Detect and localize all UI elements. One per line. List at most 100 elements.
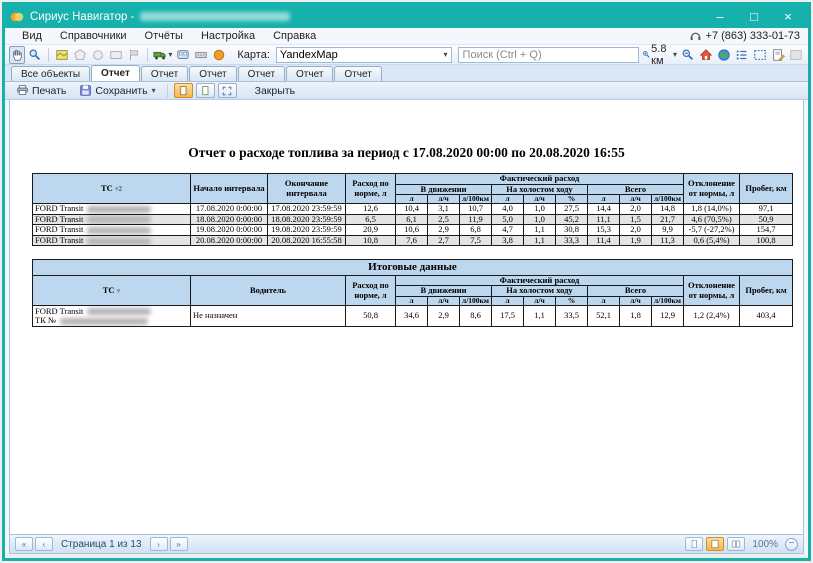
globe-button[interactable] xyxy=(716,46,732,64)
col-header-vehicle[interactable]: ТС ▾2 xyxy=(33,174,191,204)
pan-tool-button[interactable] xyxy=(9,46,25,64)
list-view-button[interactable] xyxy=(734,46,750,64)
prev-page-button[interactable]: ‹ xyxy=(35,537,53,551)
first-page-button[interactable]: « xyxy=(15,537,33,551)
vehicle-name: FORD Transit xyxy=(35,214,83,224)
table-row[interactable]: FORD Transit 19.08.2020 0:00:00 19.08.20… xyxy=(33,225,793,236)
menu-reports[interactable]: Отчёты xyxy=(136,29,192,43)
print-button[interactable]: Печать xyxy=(11,82,71,99)
tab-report-1[interactable]: Отчет xyxy=(91,65,140,81)
geozones-button[interactable] xyxy=(211,46,227,64)
save-button[interactable]: Сохранить ▾ xyxy=(74,82,160,99)
col-header-interval-start[interactable]: Начало интервала xyxy=(191,174,268,204)
tab-report-3[interactable]: Отчет xyxy=(189,66,236,81)
zoom-out-button[interactable] xyxy=(680,46,696,64)
maximize-button[interactable]: □ xyxy=(738,8,770,26)
tab-label: Отчет xyxy=(199,69,226,80)
cell: 18.08.2020 23:59:59 xyxy=(268,214,346,225)
map-icon xyxy=(55,48,69,62)
col-header-norm-consumption[interactable]: Расход по норме, л xyxy=(346,275,396,305)
cell: 1,1 xyxy=(524,306,556,327)
close-report-button[interactable]: Закрыть xyxy=(250,83,300,99)
search-input[interactable] xyxy=(458,47,640,63)
image-icon xyxy=(789,48,803,62)
cell: 154,7 xyxy=(740,225,793,236)
globe-icon xyxy=(717,48,731,62)
unit-l100: л/100км xyxy=(460,195,492,204)
menu-directories[interactable]: Справочники xyxy=(51,29,136,43)
bus-button[interactable] xyxy=(175,46,191,64)
map-selector-combo[interactable]: YandexMap ▾ xyxy=(276,47,452,63)
col-header-mileage[interactable]: Пробег, км xyxy=(740,174,793,204)
tab-report-5[interactable]: Отчет xyxy=(286,66,333,81)
table-row[interactable]: FORD Transit 18.08.2020 0:00:00 18.08.20… xyxy=(33,214,793,225)
menu-settings[interactable]: Настройка xyxy=(192,29,264,43)
unit-lph: л/ч xyxy=(620,195,652,204)
next-page-icon: › xyxy=(157,540,160,549)
home-button[interactable] xyxy=(698,46,714,64)
tab-report-4[interactable]: Отчет xyxy=(238,66,285,81)
circle-tool-button[interactable] xyxy=(90,46,106,64)
rectangle-tool-button[interactable] xyxy=(108,46,124,64)
page-view-single-button[interactable] xyxy=(174,83,193,98)
redacted-tk-number xyxy=(60,318,148,325)
unit-lph: л/ч xyxy=(620,296,652,305)
save-label: Сохранить xyxy=(95,85,147,97)
cell: 11,9 xyxy=(460,214,492,225)
table-row[interactable]: FORD Transit 17.08.2020 0:00:00 17.08.20… xyxy=(33,204,793,215)
col-group-idle: На холостом ходу xyxy=(492,286,588,297)
separator xyxy=(48,48,49,62)
last-page-button[interactable]: » xyxy=(170,537,188,551)
unit-l100: л/100км xyxy=(652,195,684,204)
tab-report-6[interactable]: Отчет xyxy=(334,66,381,81)
prev-page-icon: ‹ xyxy=(43,540,46,549)
col-header-deviation[interactable]: Отклонение от нормы, л xyxy=(684,275,740,305)
view-two-pages-button[interactable] xyxy=(727,537,745,551)
tab-all-objects[interactable]: Все объекты xyxy=(11,66,90,81)
cell: 20.08.2020 16:55:58 xyxy=(268,235,346,246)
page-view-continuous-button[interactable] xyxy=(196,83,215,98)
table-row[interactable]: FORD Transit 20.08.2020 0:00:00 20.08.20… xyxy=(33,235,793,246)
col-header-vehicle[interactable]: ТС ▾ xyxy=(33,275,191,305)
home-icon xyxy=(699,48,713,62)
col-header-driver[interactable]: Водитель xyxy=(191,275,346,305)
truck-icon xyxy=(153,48,167,62)
col-header-interval-end[interactable]: Окончание интервала xyxy=(268,174,346,204)
col-header-norm-consumption[interactable]: Расход по норме, л xyxy=(346,174,396,204)
menu-help[interactable]: Справка xyxy=(264,29,325,43)
support-phone: +7 (863) 333-01-73 xyxy=(689,30,800,43)
menu-bar: Вид Справочники Отчёты Настройка Справка… xyxy=(5,28,808,45)
polygon-tool-button[interactable] xyxy=(72,46,88,64)
menu-view[interactable]: Вид xyxy=(13,29,51,43)
close-button[interactable]: × xyxy=(772,8,804,26)
minus-icon: − xyxy=(789,538,795,549)
next-page-button[interactable]: › xyxy=(150,537,168,551)
col-header-deviation[interactable]: Отклонение от нормы, л xyxy=(684,174,740,204)
cell: 9,9 xyxy=(652,225,684,236)
minimize-button[interactable]: – xyxy=(704,8,736,26)
select-area-button[interactable] xyxy=(752,46,768,64)
zoom-in-scale-button[interactable]: 5.8 км ▾ xyxy=(641,46,678,64)
map-edit-button[interactable] xyxy=(54,46,70,64)
zoom-out-slider-button[interactable]: − xyxy=(785,538,798,551)
view-fit-width-button[interactable] xyxy=(706,537,724,551)
tab-report-2[interactable]: Отчет xyxy=(141,66,188,81)
table-row[interactable]: FORD Transit ТК № Не назначен 50,8 34,6 … xyxy=(33,306,793,327)
cell: 1,0 xyxy=(524,204,556,215)
cell: 1,9 xyxy=(620,235,652,246)
zoom-tool-button[interactable] xyxy=(27,46,43,64)
routes-button[interactable] xyxy=(193,46,209,64)
cell: 15,3 xyxy=(588,225,620,236)
col-header-mileage[interactable]: Пробег, км xyxy=(740,275,793,305)
edit-note-button[interactable] xyxy=(770,46,786,64)
flag-tool-button[interactable] xyxy=(126,46,142,64)
page-icon xyxy=(689,539,699,549)
redacted-plate xyxy=(87,227,151,234)
fit-page-button[interactable] xyxy=(218,83,237,98)
col-group-total: Всего xyxy=(588,286,684,297)
vehicles-dropdown-button[interactable]: ▾ xyxy=(152,46,173,64)
window-title: Сириус Навигатор - xyxy=(30,11,134,23)
view-single-page-button[interactable] xyxy=(685,537,703,551)
cell: 27,5 xyxy=(556,204,588,215)
vehicle-name: FORD Transit xyxy=(35,225,83,235)
